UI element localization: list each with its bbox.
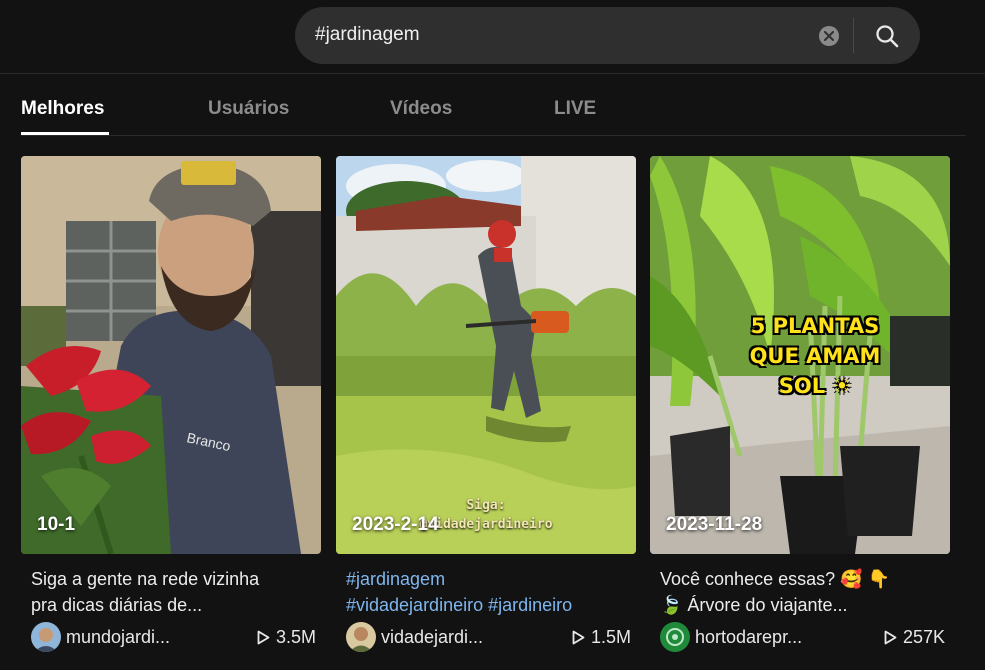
tab-videos[interactable]: Vídeos xyxy=(390,98,452,120)
clear-search-button[interactable] xyxy=(819,26,839,46)
overlay-line: 5 PLANTAS xyxy=(750,314,880,338)
video-date: 10-1 xyxy=(37,514,76,535)
tab-usuarios[interactable]: Usuários xyxy=(208,98,289,120)
play-icon xyxy=(884,630,897,645)
description-line: pra dicas diárias de... xyxy=(31,595,203,615)
play-icon xyxy=(257,630,270,645)
user-avatar-image xyxy=(346,622,376,652)
video-thumbnail[interactable]: 5 PLANTAS QUE AMAM SOL ☀ 2023-11-28 xyxy=(650,156,950,554)
video-description[interactable]: Você conhece essas? 🥰 👇 🍃 Árvore do viaj… xyxy=(660,566,945,618)
play-icon xyxy=(572,630,585,645)
username[interactable]: vidadejardi... xyxy=(381,627,483,648)
search-divider xyxy=(853,18,854,53)
avatar[interactable] xyxy=(660,622,690,652)
man-with-anthurium-image: Branco xyxy=(21,156,321,554)
overlay-line: Siga: xyxy=(466,498,506,513)
video-meta: vidadejardi... 1.5M xyxy=(346,622,631,652)
clear-x-icon xyxy=(824,31,834,41)
video-description[interactable]: #jardinagem #vidadejardineiro #jardineir… xyxy=(346,566,631,618)
gardener-trimming-grass-image xyxy=(336,156,636,554)
video-description[interactable]: Siga a gente na rede vizinha pra dicas d… xyxy=(31,566,316,618)
view-count: 3.5M xyxy=(257,627,316,648)
username[interactable]: mundojardi... xyxy=(66,627,170,648)
views-value: 257K xyxy=(902,627,945,647)
views-value: 1.5M xyxy=(590,627,631,647)
video-overlay-text: 5 PLANTAS QUE AMAM SOL ☀ xyxy=(710,311,920,401)
search-bar xyxy=(295,7,920,64)
top-bar xyxy=(0,0,985,74)
hashtag-link[interactable]: #vidadejardineiro xyxy=(346,595,483,615)
search-button[interactable] xyxy=(865,19,909,53)
avatar[interactable] xyxy=(31,622,61,652)
overlay-line: QUE AMAM xyxy=(749,344,881,368)
tab-live[interactable]: LIVE xyxy=(554,98,596,120)
hashtag-link[interactable]: #jardinagem xyxy=(346,569,445,589)
video-date: 2023-2-14 xyxy=(352,514,439,535)
user-avatar-image xyxy=(31,622,61,652)
overlay-line: SOL ☀ xyxy=(778,374,852,398)
video-thumbnail[interactable]: Siga: @vidadejardineiro 2023-2-14 xyxy=(336,156,636,554)
video-meta: mundojardi... 3.5M xyxy=(31,622,316,652)
video-meta: hortodarepr... 257K xyxy=(660,622,945,652)
search-input[interactable] xyxy=(315,19,805,51)
video-thumbnail[interactable]: Branco 10-1 xyxy=(21,156,321,554)
active-tab-indicator xyxy=(21,132,109,135)
results-tabs: Melhores Usuários Vídeos LIVE xyxy=(21,90,966,136)
search-icon xyxy=(876,25,899,48)
video-date: 2023-11-28 xyxy=(666,514,763,535)
description-line: Siga a gente na rede vizinha xyxy=(31,569,260,589)
description-line: 🍃 Árvore do viajante... xyxy=(660,595,848,615)
tab-melhores[interactable]: Melhores xyxy=(21,98,104,120)
views-value: 3.5M xyxy=(275,627,316,647)
view-count: 257K xyxy=(884,627,945,648)
user-avatar-image xyxy=(660,622,690,652)
hashtag-link[interactable]: #jardineiro xyxy=(488,595,572,615)
description-line: Você conhece essas? 🥰 👇 xyxy=(660,569,890,589)
view-count: 1.5M xyxy=(572,627,631,648)
username[interactable]: hortodarepr... xyxy=(695,627,802,648)
avatar[interactable] xyxy=(346,622,376,652)
